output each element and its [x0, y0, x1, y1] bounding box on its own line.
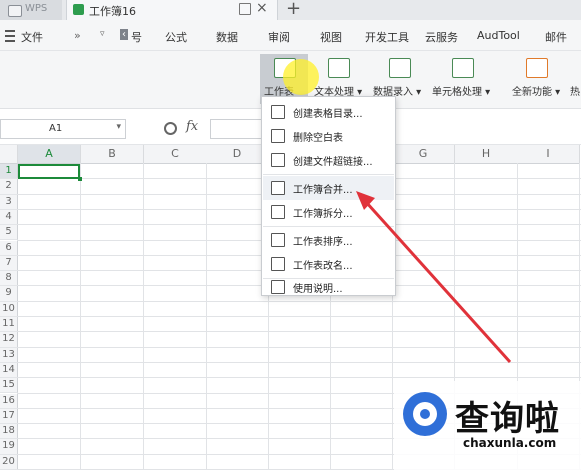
brand-logo-dot: [420, 409, 430, 419]
watermark-url: chaxunla.com: [463, 436, 557, 450]
arrow-shaft: [364, 200, 512, 364]
watermark-brand: 查询啦: [455, 399, 560, 439]
